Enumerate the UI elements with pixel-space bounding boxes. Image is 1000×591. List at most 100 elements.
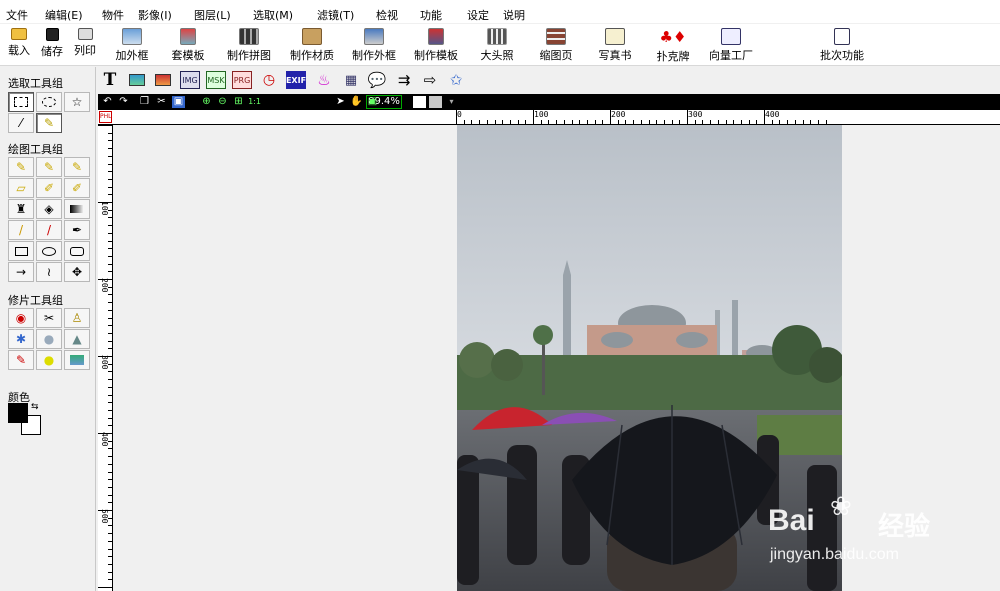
paste-icon[interactable]: ▣ [172, 96, 185, 108]
gray-swatch[interactable] [429, 96, 442, 108]
poker-button[interactable]: ♣♦ 扑克牌 [653, 28, 693, 64]
text-tool-button[interactable]: T [102, 70, 118, 90]
gradient-tool[interactable] [64, 199, 90, 219]
water-drop-tool[interactable]: ● [36, 329, 62, 349]
actual-size-icon[interactable]: 1:1 [248, 96, 261, 108]
arrow-shape-button[interactable]: ⇨ [420, 71, 440, 89]
menu-file[interactable]: 文件 [6, 7, 28, 23]
menu-view[interactable]: 检视 [376, 7, 398, 23]
select-brush-tool[interactable]: ✎ [36, 113, 62, 133]
lasso-select-tool[interactable]: ☆ [64, 92, 90, 112]
curve-tool[interactable]: ≀ [36, 262, 62, 282]
red-pen-tool[interactable]: / [36, 220, 62, 240]
cutout-tool[interactable]: ✂ [36, 308, 62, 328]
eraser-tool[interactable]: ▱ [8, 178, 34, 198]
eyedropper-tool[interactable]: ✒ [64, 220, 90, 240]
photo-book-button[interactable]: 写真书 [595, 28, 635, 64]
thumbnail-page-button[interactable]: 缩图页 [536, 28, 576, 64]
ruler-tick [108, 132, 112, 134]
menu-settings[interactable]: 设定 [467, 7, 489, 23]
zoom-in-icon[interactable]: ⊕ [200, 96, 213, 108]
add-icon[interactable]: ▣ [366, 96, 379, 108]
menu-layer[interactable]: 图层(L) [194, 7, 231, 23]
exif-button[interactable]: EXIF [286, 71, 306, 89]
redo-icon[interactable]: ↷ [117, 96, 130, 108]
move-tool[interactable]: ✥ [64, 262, 90, 282]
ruler-tick [687, 110, 688, 124]
speech-bubble-button[interactable]: 💬 [367, 71, 387, 89]
arrow-line-tool[interactable]: → [8, 262, 34, 282]
ruler-tick [108, 325, 112, 327]
color-brush-tool[interactable]: ✎ [8, 350, 34, 370]
load-label: 载入 [8, 44, 30, 57]
light-bulb-tool[interactable]: ● [36, 350, 62, 370]
prg-tag-button[interactable]: PRG [232, 71, 252, 89]
ruler-h-label-100: 100 [534, 110, 549, 119]
fill-tool[interactable]: ◈ [36, 199, 62, 219]
magic-wand-tool[interactable]: ⁄ [8, 113, 34, 133]
star-shape-button[interactable]: ✩ [446, 71, 466, 89]
calendar-button[interactable]: ▦ [342, 71, 360, 89]
make-template-button[interactable]: 制作模板 [411, 28, 461, 64]
batch-button[interactable]: 批次功能 [816, 28, 868, 64]
menu-select[interactable]: 选取(M) [253, 7, 293, 23]
rect-select-icon [14, 97, 28, 107]
cut-icon[interactable]: ✂ [155, 96, 168, 108]
load-button[interactable]: 载入 [6, 28, 32, 64]
menu-help[interactable]: 说明 [503, 7, 525, 23]
retouch-brush-tool[interactable]: ♙ [64, 308, 90, 328]
stamp-tool[interactable]: ♜ [8, 199, 34, 219]
photo-adjust-tool[interactable] [64, 350, 90, 370]
insert-image-button[interactable] [128, 71, 146, 89]
print-button[interactable]: 列印 [72, 28, 98, 64]
make-material-button[interactable]: 制作材质 [287, 28, 337, 64]
heal-tool[interactable]: ✱ [8, 329, 34, 349]
undo-icon[interactable]: ↶ [101, 96, 114, 108]
ruler-tick [108, 155, 112, 157]
make-frame-button[interactable]: 制作外框 [349, 28, 399, 64]
add-frame-button[interactable]: 加外框 [112, 28, 152, 64]
smudge-tool[interactable]: ✐ [36, 178, 62, 198]
blur-tool[interactable]: ✐ [64, 178, 90, 198]
menu-image[interactable]: 影像(I) [138, 7, 172, 23]
msk-tag-button[interactable]: MSK [206, 71, 226, 89]
rect-select-tool[interactable] [8, 92, 34, 112]
rounded-rect-tool[interactable] [64, 241, 90, 261]
foreground-color-swatch[interactable] [8, 403, 28, 423]
clock-button[interactable]: ◷ [260, 71, 278, 89]
menu-function[interactable]: 功能 [420, 7, 442, 23]
pencil-tool[interactable]: ✎ [8, 157, 34, 177]
white-swatch[interactable] [413, 96, 426, 108]
copy-icon[interactable]: ❐ [138, 96, 151, 108]
pointer-icon[interactable]: ➤ [334, 96, 347, 108]
blur-icon: ✐ [71, 181, 83, 195]
ellipse-shape-tool[interactable] [36, 241, 62, 261]
double-arrow-button[interactable]: ⇉ [394, 71, 414, 89]
menu-edit[interactable]: 编辑(E) [45, 7, 83, 23]
ellipse-select-tool[interactable] [36, 92, 62, 112]
brush-tool[interactable]: ✎ [36, 157, 62, 177]
make-collage-button[interactable]: 制作拼图 [224, 28, 274, 64]
hand-icon[interactable]: ✋ [350, 96, 363, 108]
menu-filter[interactable]: 滤镜(T) [317, 7, 354, 23]
headshot-button[interactable]: 大头照 [477, 28, 517, 64]
airbrush-tool[interactable]: ✎ [64, 157, 90, 177]
fit-window-icon[interactable]: ⊞ [232, 96, 245, 108]
zoom-bar: ↶ ↷ ❐ ✂ ▣ ⊕ ⊖ ⊞ 1:1 89.4% ➤ ✋ ▣ ▾ [98, 94, 1000, 110]
ruler-tick [108, 517, 112, 519]
ruler-tick [108, 232, 112, 234]
template-button[interactable]: 套模板 [168, 28, 208, 64]
line-pencil-tool[interactable]: / [8, 220, 34, 240]
img-tag-button[interactable]: IMG [180, 71, 200, 89]
save-button[interactable]: 储存 [39, 28, 65, 64]
cake-button[interactable]: ♨ [314, 71, 334, 89]
swatch-dropdown-icon[interactable]: ▾ [445, 96, 458, 108]
sharpen-tool[interactable]: ▲ [64, 329, 90, 349]
menu-object[interactable]: 物件 [102, 7, 124, 23]
insert-photo-button[interactable] [154, 71, 172, 89]
swap-colors-icon[interactable]: ⇆ [31, 402, 39, 412]
vector-factory-button[interactable]: 向量工厂 [705, 28, 757, 64]
red-eye-tool[interactable]: ◉ [8, 308, 34, 328]
rectangle-shape-tool[interactable] [8, 241, 34, 261]
zoom-out-icon[interactable]: ⊖ [216, 96, 229, 108]
